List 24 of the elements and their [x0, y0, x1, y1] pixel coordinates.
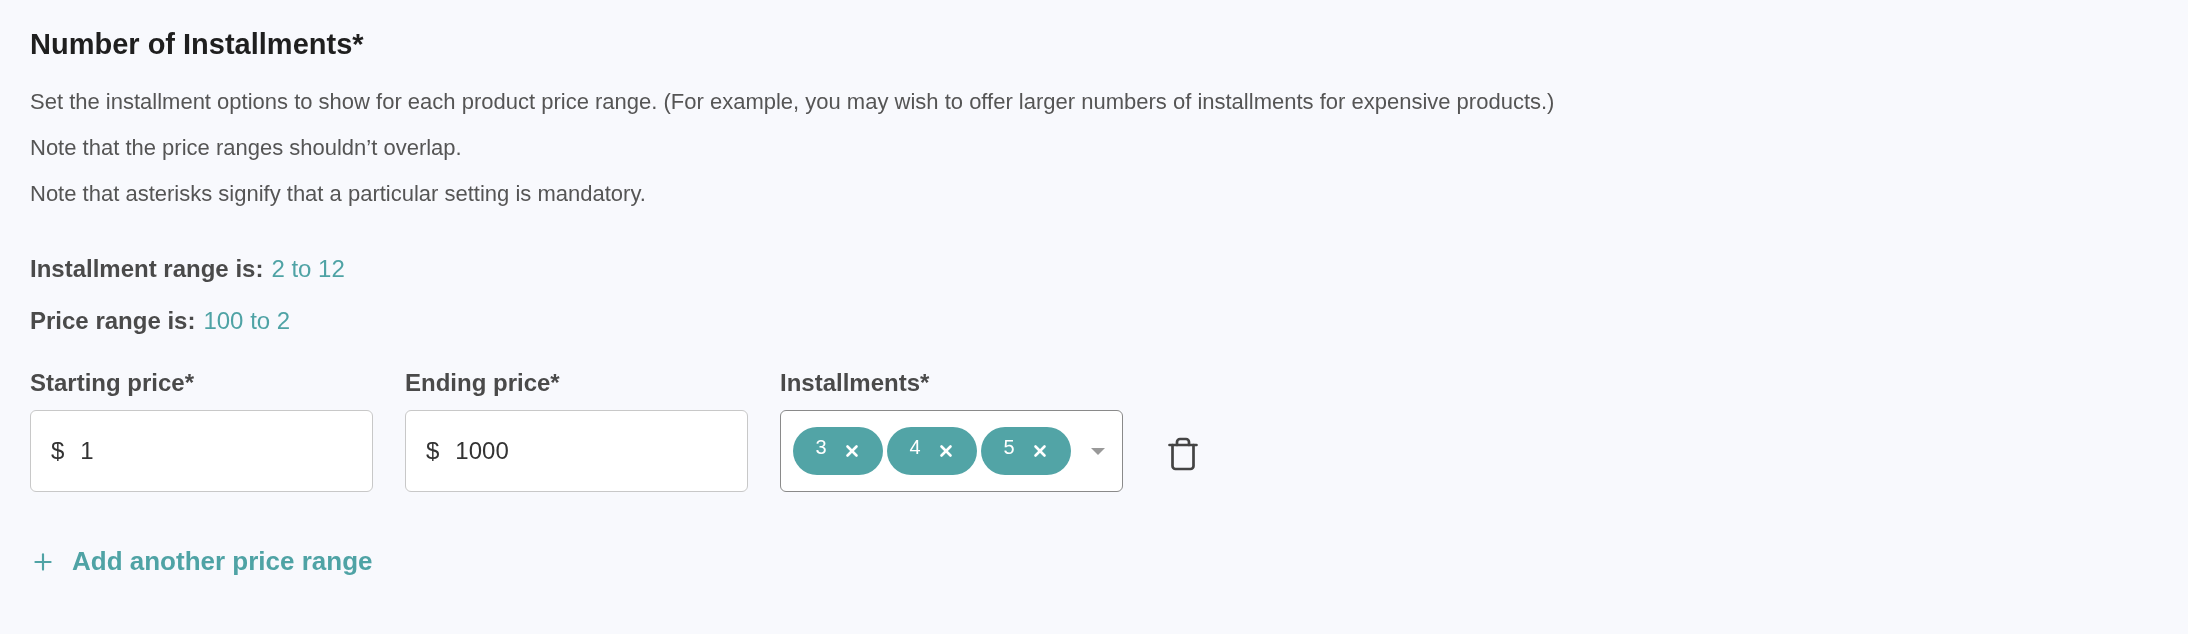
- range-label: Price range is:: [30, 306, 196, 337]
- field-label: Installments*: [780, 368, 931, 399]
- description-text: Set the installment options to show for each product price range. (For example, you may wish to offer larger numbers of installments for expensive products.): [30, 88, 1556, 117]
- currency-symbol: $: [426, 436, 440, 467]
- installments-select[interactable]: 3 4 5: [780, 410, 1123, 493]
- dropdown-caret-icon[interactable]: [1090, 446, 1106, 457]
- description-text: Note that the price ranges shouldn’t overlap.: [30, 134, 463, 163]
- field-label: Starting price*: [30, 368, 196, 399]
- field-value: 1000: [455, 436, 509, 467]
- range-value: 2 to 12: [271, 254, 345, 285]
- range-value: 100 to 2: [203, 306, 291, 337]
- installment-chip[interactable]: 5: [981, 427, 1071, 476]
- starting-price-field[interactable]: $ 1: [30, 410, 373, 493]
- ending-price-field[interactable]: $ 1000: [405, 410, 748, 493]
- installment-chip[interactable]: 3: [793, 427, 883, 476]
- add-price-range-button[interactable]: Add another price range: [30, 542, 373, 582]
- description-text: Note that asterisks signify that a particular setting is mandatory.: [30, 180, 647, 209]
- currency-symbol: $: [51, 436, 65, 467]
- field-label: Ending price*: [405, 368, 561, 399]
- installment-chip[interactable]: 4: [887, 427, 977, 476]
- range-label: Installment range is:: [30, 254, 264, 285]
- delete-icon[interactable]: [1165, 436, 1201, 473]
- section-title: Number of Installments*: [30, 27, 365, 62]
- field-value: 1: [80, 436, 94, 467]
